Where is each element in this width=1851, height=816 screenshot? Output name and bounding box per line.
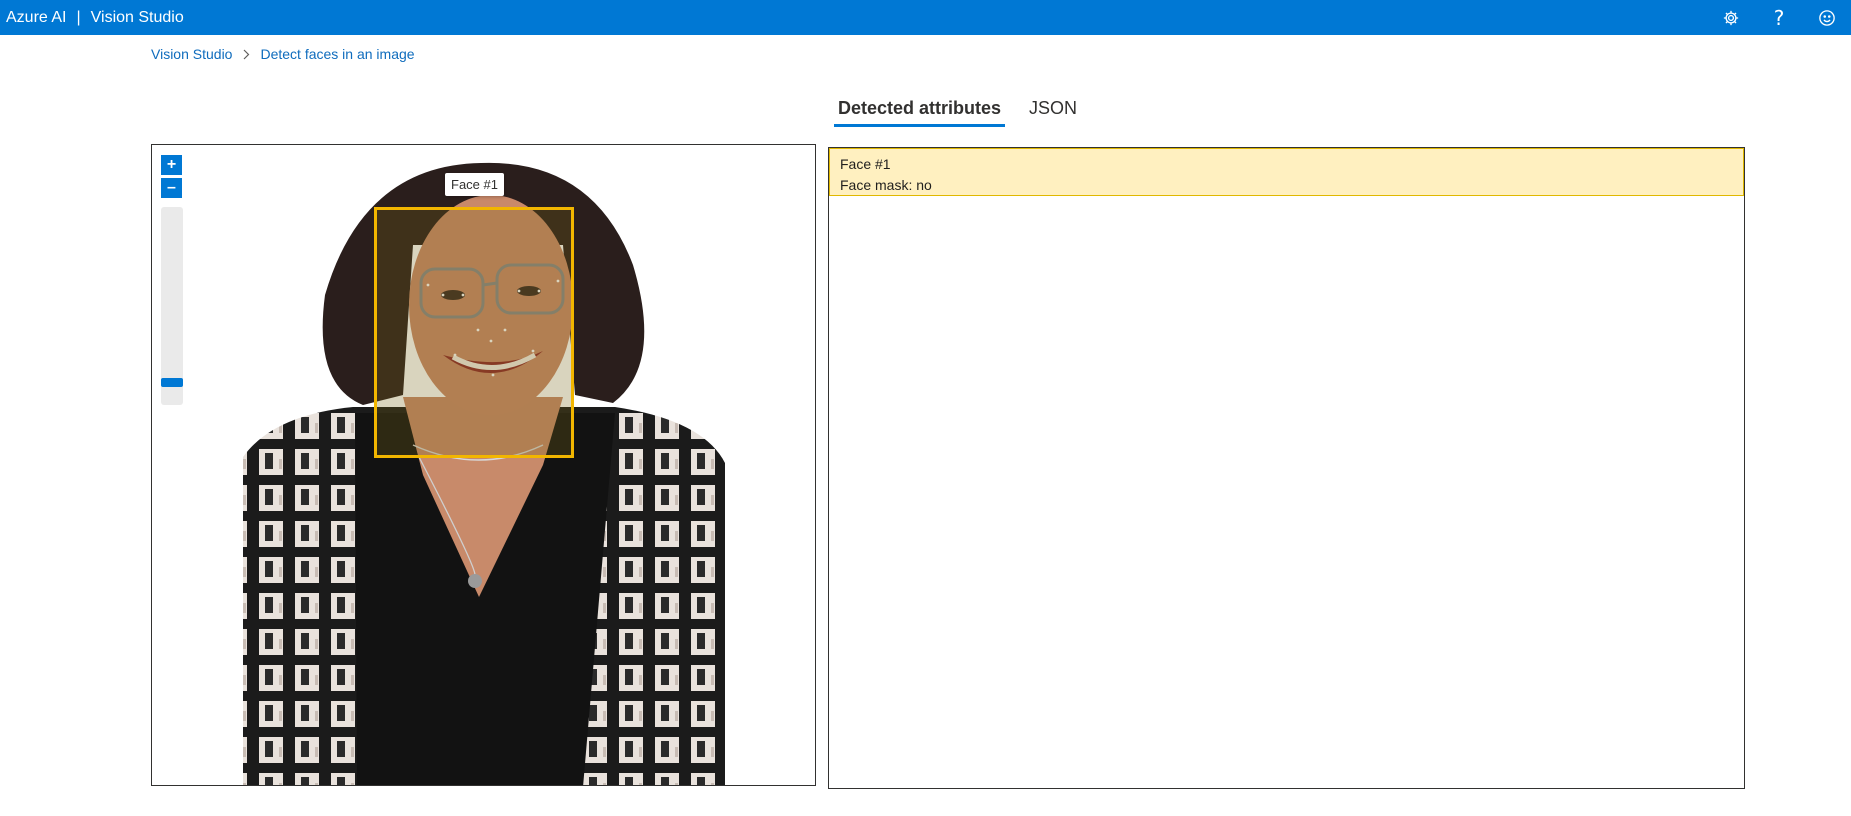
top-bar: Azure AI | Vision Studio ?: [0, 0, 1851, 35]
zoom-out-button[interactable]: –: [161, 178, 182, 198]
zoom-slider[interactable]: [161, 207, 183, 405]
top-bar-actions: ?: [1707, 0, 1851, 35]
image-viewer[interactable]: Face #1 + –: [151, 144, 816, 786]
face-title: Face #1: [840, 156, 891, 172]
breadcrumb-detect-faces[interactable]: Detect faces in an image: [260, 46, 414, 62]
face-bounding-box[interactable]: [374, 207, 574, 458]
feedback-smiley-icon[interactable]: [1803, 0, 1851, 35]
help-icon[interactable]: ?: [1755, 0, 1803, 35]
product-name: Vision Studio: [90, 8, 184, 26]
detected-attributes-panel: Face #1 Face mask: no: [828, 147, 1745, 789]
brand-name: Azure AI: [6, 8, 67, 26]
zoom-slider-thumb[interactable]: [161, 377, 183, 387]
breadcrumb-vision-studio[interactable]: Vision Studio: [151, 46, 232, 62]
gear-icon[interactable]: [1707, 0, 1755, 35]
app-brand[interactable]: Azure AI | Vision Studio: [0, 9, 184, 27]
zoom-control: + –: [161, 155, 183, 201]
result-tabs: Detected attributes JSON: [834, 94, 1101, 127]
tab-json[interactable]: JSON: [1025, 94, 1081, 127]
help-glyph: ?: [1773, 5, 1785, 30]
breadcrumb: Vision Studio Detect faces in an image: [151, 46, 415, 62]
face-box-label: Face #1: [445, 173, 504, 196]
tab-detected-attributes[interactable]: Detected attributes: [834, 94, 1006, 127]
chevron-right-icon: [242, 48, 250, 60]
face-mask-attribute: Face mask: no: [840, 177, 932, 193]
face-result-card[interactable]: Face #1 Face mask: no: [829, 148, 1744, 196]
zoom-in-button[interactable]: +: [161, 155, 182, 175]
brand-separator: |: [76, 8, 81, 26]
